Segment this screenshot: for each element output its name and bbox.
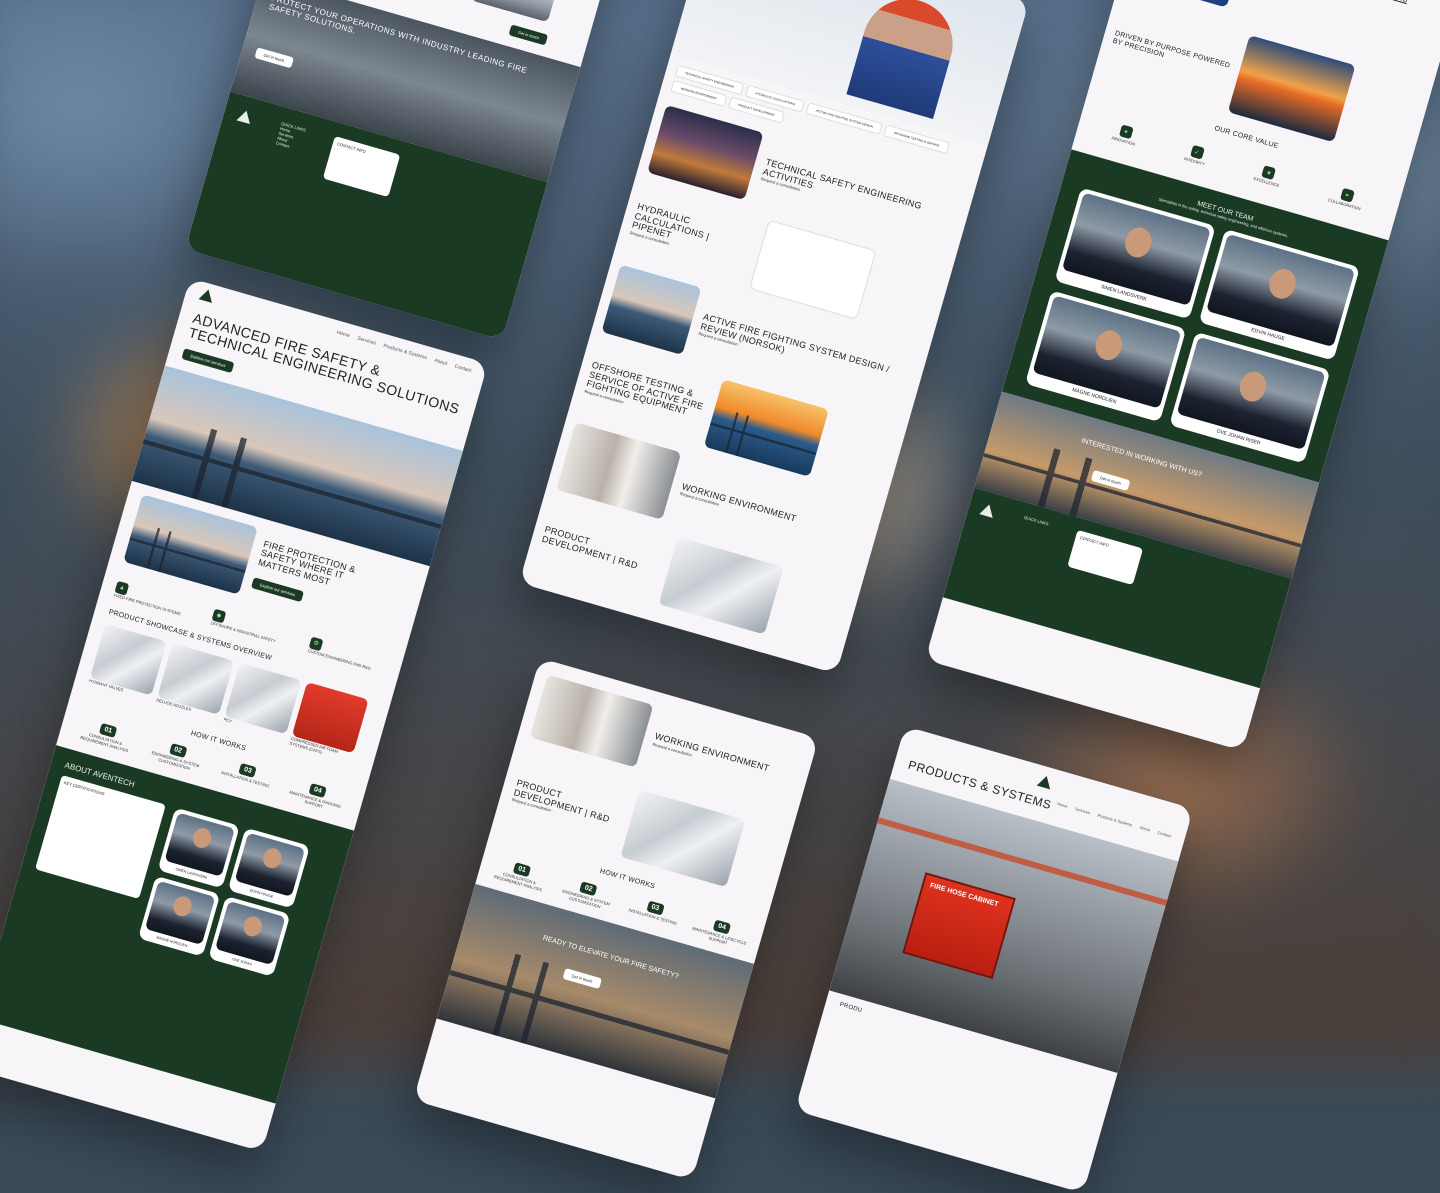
card-left: Home Services Products & Systems About C… bbox=[0, 278, 488, 1152]
cta-button[interactable]: Get in touch bbox=[508, 24, 549, 46]
section-title-4: OFFSHORE TESTING & SERVICE OF ACTIVE FIR… bbox=[585, 359, 705, 417]
nav-link-home[interactable]: Home bbox=[336, 330, 350, 339]
purpose-title: DRIVEN BY PURPOSE POWERED BY PRECISION bbox=[1111, 30, 1231, 70]
office-photo bbox=[529, 674, 654, 768]
nav-link-about[interactable]: About bbox=[1139, 825, 1150, 833]
footer-heading: QUICK LINKS bbox=[1023, 514, 1050, 527]
nav-link-contact[interactable]: Contact bbox=[1157, 830, 1172, 839]
contact-heading: CONTACT INFO bbox=[336, 141, 367, 155]
logo-icon bbox=[198, 289, 212, 304]
logo-icon bbox=[1036, 775, 1051, 790]
nav-link-services[interactable]: Services bbox=[356, 336, 376, 347]
team-card: SIMEN LANDSVERK bbox=[157, 807, 240, 889]
section-cta-button[interactable]: Explore our services bbox=[250, 577, 305, 603]
nav-link-home[interactable]: Home bbox=[1057, 801, 1069, 809]
sunset-team-photo bbox=[1227, 35, 1356, 143]
card-top-left: Get in touch PROTECT YOUR OPERATIONS WIT… bbox=[184, 0, 616, 341]
contact-heading: CONTACT INFO bbox=[1079, 534, 1110, 548]
section-title-5: WORKING ENVIRONMENT bbox=[680, 480, 798, 524]
worker-figure bbox=[846, 0, 964, 119]
mockup-stage: Get in touch PROTECT YOUR OPERATIONS WIT… bbox=[0, 0, 1440, 1193]
contact-box: CONTACT INFO bbox=[1067, 529, 1144, 585]
team-card: EDVIN HAUGE bbox=[227, 827, 311, 909]
certifications-box: KEY CERTIFICATIONS bbox=[35, 774, 166, 899]
section-title-6: PRODUCT DEVELOPMENT | R&D bbox=[540, 524, 640, 571]
card-right: EXPERTS IN HIGH-RISK SAFETY SOLUTIONS DR… bbox=[925, 0, 1440, 751]
nav-link-services[interactable]: Services bbox=[1075, 806, 1091, 815]
card-bottom-right: PRODUCTS & SYSTEMS Home Services Product… bbox=[794, 726, 1194, 1193]
section-title-1: WORKING ENVIRONMENT bbox=[653, 730, 771, 774]
cabinet-label: FIRE HOSE CABINET bbox=[929, 881, 1000, 909]
section-title-2: HYDRAULIC CALCULATIONS | PIPENET bbox=[630, 200, 711, 242]
logo-icon bbox=[979, 504, 993, 518]
hero-cta-button[interactable]: Explore our services bbox=[181, 348, 235, 374]
team-card: MAGNE NORDLIEN bbox=[138, 875, 221, 957]
hero-cta-button[interactable]: Get in touch bbox=[254, 47, 294, 69]
fire-hose-cabinet: FIRE HOSE CABINET bbox=[902, 871, 1016, 979]
nav-link-about[interactable]: About bbox=[434, 358, 448, 367]
nav-link-contact[interactable]: Contact bbox=[454, 363, 472, 374]
logo-icon bbox=[236, 110, 250, 125]
card-bottom-center: WORKING ENVIRONMENT Request a consultati… bbox=[413, 658, 819, 1181]
team-card: OVE JOHAN bbox=[208, 895, 291, 977]
nav-link-products[interactable]: Products & Systems bbox=[383, 343, 428, 361]
contact-box: CONTACT INFO bbox=[323, 136, 401, 198]
